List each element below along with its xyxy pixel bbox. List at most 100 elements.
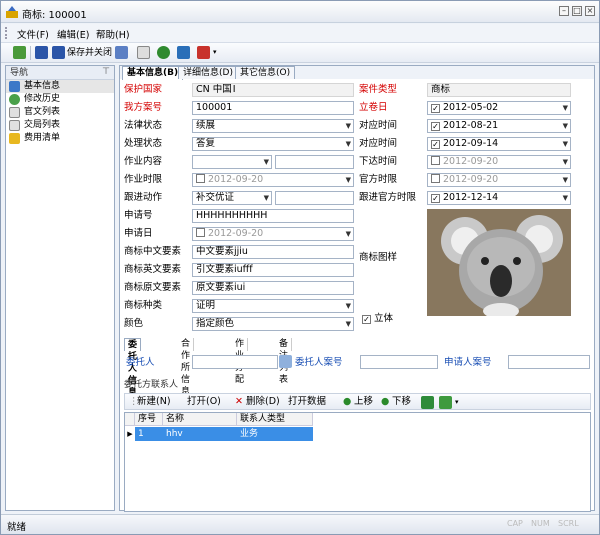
open-contact-button[interactable]: 打开(O) <box>187 396 221 408</box>
chevron-down-icon[interactable]: ▼ <box>346 228 351 240</box>
nav-item-official-docs[interactable]: 官文列表 <box>6 106 114 119</box>
save-copy-icon[interactable] <box>115 46 128 59</box>
counter-time1-date[interactable]: ✓ 2012-08-21 ▼ <box>427 119 571 133</box>
issue-time-date[interactable]: 2012-09-20 ▼ <box>427 155 571 169</box>
toolbar-overflow-icon[interactable]: ▾ <box>213 48 217 62</box>
nav-item-basic-info[interactable]: 基本信息 <box>6 80 114 93</box>
tm-cn-field[interactable]: 中文要素jjiu <box>192 245 354 259</box>
tm-kind-select[interactable]: 证明 ▼ <box>192 299 354 313</box>
filing-date-checkbox[interactable]: ✓ <box>431 104 440 113</box>
chevron-down-icon[interactable]: ▼ <box>563 174 568 186</box>
nav-item-fees[interactable]: 费用清单 <box>6 132 114 145</box>
tm-cn-label: 商标中文要素 <box>124 246 182 257</box>
refresh-icon[interactable] <box>13 46 26 59</box>
open-data-button[interactable]: 打开数据 <box>288 396 326 408</box>
client-ref-field[interactable] <box>360 355 438 369</box>
issue-time-checkbox[interactable] <box>431 156 440 165</box>
minimize-button[interactable]: – <box>559 6 569 16</box>
column-header-no[interactable]: 序号 <box>135 413 163 426</box>
menu-edit[interactable]: 编辑(E) <box>57 27 89 41</box>
pin-icon[interactable]: ⊤ <box>102 67 110 77</box>
task-content-text[interactable] <box>275 155 354 169</box>
nav-item-history[interactable]: 修改历史 <box>6 93 114 106</box>
chevron-down-icon[interactable]: ▼ <box>346 318 351 330</box>
new-contact-button[interactable]: 新建(N) <box>137 396 171 408</box>
table-row[interactable]: ▶ 1 hhv 业务 <box>125 427 313 441</box>
chevron-down-icon[interactable]: ▼ <box>563 192 568 204</box>
follow-official-date[interactable]: ✓ 2012-12-14 ▼ <box>427 191 571 205</box>
save-close-button[interactable]: 保存并关闭 <box>67 46 112 60</box>
save-icon[interactable] <box>35 46 48 59</box>
follow-official-checkbox[interactable]: ✓ <box>431 194 440 203</box>
delete-contact-icon[interactable]: ✕ <box>235 396 243 408</box>
case-type-field[interactable]: 商标 <box>427 83 571 97</box>
solid-checkbox[interactable]: ✓ <box>362 315 371 324</box>
tm-en-field[interactable]: 引文要素iufff <box>192 263 354 277</box>
legal-status-select[interactable]: 续展 ▼ <box>192 119 354 133</box>
app-no-field[interactable]: HHHHHHHHHH <box>192 209 354 223</box>
client-field[interactable] <box>192 355 278 369</box>
column-header-name[interactable]: 名称 <box>163 413 237 426</box>
counter-time2-date[interactable]: ✓ 2012-09-14 ▼ <box>427 137 571 151</box>
chevron-down-icon[interactable]: ▼ <box>346 120 351 132</box>
delete-icon[interactable] <box>197 46 210 59</box>
official-deadline-label: 官方时限 <box>359 174 398 185</box>
tab-partner-info[interactable]: 合作所信息 <box>178 338 195 397</box>
move-up-button[interactable]: 上移 <box>354 396 373 408</box>
book-icon[interactable] <box>177 46 190 59</box>
official-deadline-date[interactable]: 2012-09-20 ▼ <box>427 173 571 187</box>
maximize-button[interactable]: □ <box>572 6 582 16</box>
filing-date-date[interactable]: ✓ 2012-05-02 ▼ <box>427 101 571 115</box>
tm-orig-field[interactable]: 原文要素iui <box>192 281 354 295</box>
app-date-checkbox[interactable] <box>196 228 205 237</box>
tab-details[interactable]: 详细信息(D) <box>178 66 238 79</box>
nav-item-submissions[interactable]: 交局列表 <box>6 119 114 132</box>
column-header-contact-type[interactable]: 联系人类型 <box>237 413 313 426</box>
follow-action-select[interactable]: 补交优证 ▼ <box>192 191 272 205</box>
applicant-ref-field[interactable] <box>508 355 590 369</box>
official-deadline-checkbox[interactable] <box>431 174 440 183</box>
task-deadline-checkbox[interactable] <box>196 174 205 183</box>
follow-action-text[interactable] <box>275 191 354 205</box>
chevron-down-icon[interactable]: ▼ <box>563 138 568 150</box>
toolbar-overflow-icon[interactable]: ▾ <box>455 396 459 408</box>
chevron-down-icon[interactable]: ▼ <box>264 156 269 168</box>
color-select[interactable]: 指定颜色 ▼ <box>192 317 354 331</box>
tab-other-info[interactable]: 其它信息(O) <box>235 66 296 79</box>
counter-time1-checkbox[interactable]: ✓ <box>431 122 440 131</box>
excel-icon[interactable] <box>421 396 434 409</box>
tab-notes[interactable]: 备注列表 <box>276 338 293 385</box>
counter-time2-checkbox[interactable]: ✓ <box>431 140 440 149</box>
our-ref-field[interactable]: 100001 <box>192 101 354 115</box>
move-down-button[interactable]: 下移 <box>392 396 411 408</box>
tab-task-assign[interactable]: 作业分配 <box>232 338 249 385</box>
tab-client-info[interactable]: 委托人信息 <box>124 338 142 398</box>
chevron-down-icon[interactable]: ▼ <box>563 120 568 132</box>
chevron-down-icon[interactable]: ▼ <box>563 102 568 114</box>
chevron-down-icon[interactable]: ▼ <box>264 192 269 204</box>
counter-time1-value: 2012-08-21 <box>443 120 499 131</box>
task-content-select[interactable]: ▼ <box>192 155 272 169</box>
handle-status-select[interactable]: 答复 ▼ <box>192 137 354 151</box>
tab-basic-info[interactable]: 基本信息(B) <box>122 66 184 80</box>
cell-name: hhv <box>166 429 183 439</box>
protect-country-field[interactable]: CN 中国Ι <box>192 83 354 97</box>
info-icon[interactable] <box>157 46 170 59</box>
menu-help[interactable]: 帮助(H) <box>96 27 130 41</box>
row-header-column <box>125 413 135 426</box>
chevron-down-icon[interactable]: ▼ <box>563 156 568 168</box>
chevron-down-icon[interactable]: ▼ <box>346 174 351 186</box>
app-date-date[interactable]: 2012-09-20 ▼ <box>192 227 354 241</box>
delete-contact-button[interactable]: 删除(D) <box>246 396 280 408</box>
chevron-down-icon[interactable]: ▼ <box>346 138 351 150</box>
menu-file[interactable]: 文件(F) <box>17 27 49 41</box>
document-icon[interactable] <box>137 46 150 59</box>
document-list-icon <box>9 120 20 131</box>
solid-checkbox-row[interactable]: ✓ 立体 <box>362 313 393 325</box>
close-button[interactable]: × <box>585 6 595 16</box>
menu-grip-handle[interactable] <box>5 27 9 39</box>
chevron-down-icon[interactable]: ▼ <box>346 300 351 312</box>
lookup-icon[interactable] <box>279 355 292 368</box>
task-deadline-date[interactable]: 2012-09-20 ▼ <box>192 173 354 187</box>
refresh-icon[interactable] <box>439 396 452 409</box>
